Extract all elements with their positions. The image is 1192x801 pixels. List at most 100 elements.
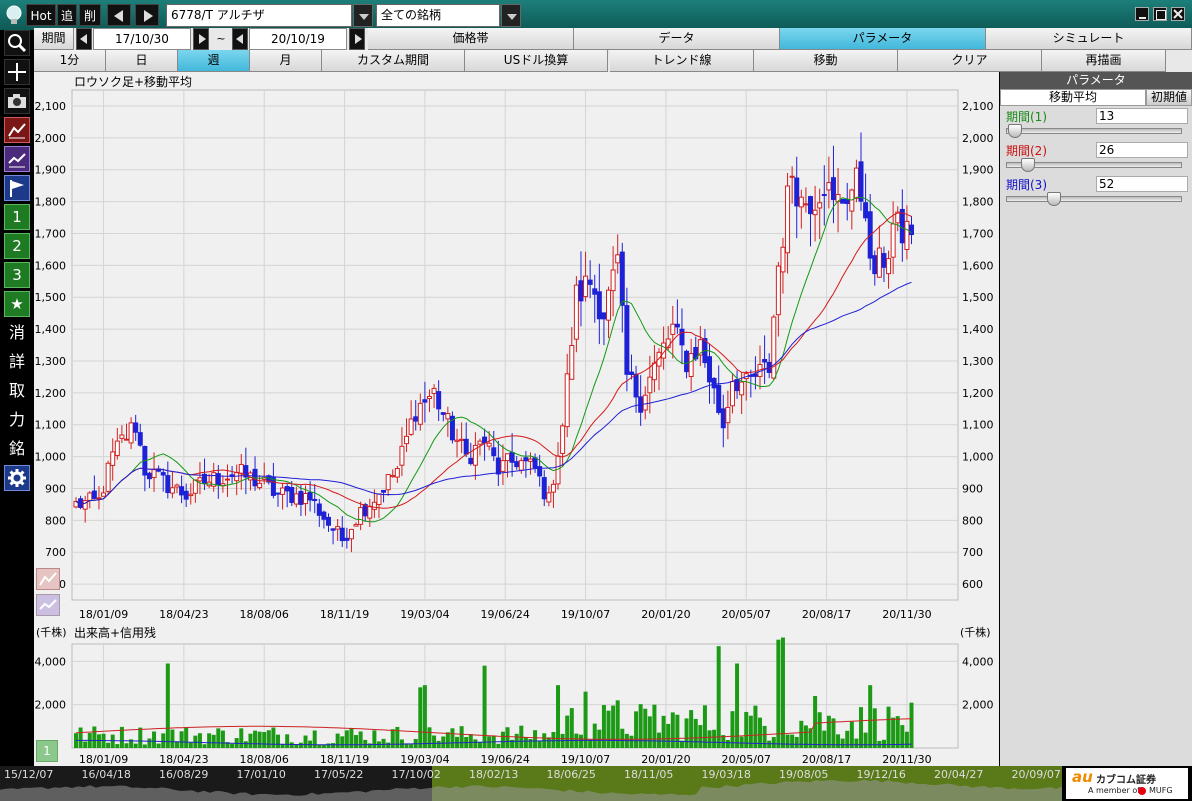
period-slider-thumb-2[interactable] [1020,158,1035,172]
period-slider-1[interactable] [1006,128,1182,134]
interval-button-8[interactable]: クリア [898,50,1042,72]
category-dropdown-button[interactable] [501,4,521,27]
volume-toggle-button[interactable]: 1 [36,740,58,762]
volume-bar [340,736,345,748]
end-date-prev-button[interactable] [232,28,248,50]
search-icon[interactable] [4,30,30,56]
price-ytick-left: 1,100 [35,419,67,432]
period-value-3[interactable]: 52 [1096,176,1188,192]
reset-defaults-button[interactable]: 初期値 [1146,89,1192,106]
navigator-xtick: 19/12/16 [857,768,906,781]
power-button[interactable]: 力 [4,407,30,433]
volume-bar [110,734,115,748]
tab-0[interactable]: 価格帯 [368,28,574,50]
category-field[interactable]: 全ての銘柄 [376,4,500,27]
delete-button[interactable]: 削 [79,4,101,26]
price-xtick: 20/08/17 [802,608,851,621]
preset-2-button[interactable]: 2 [4,233,30,259]
end-date-field[interactable]: 20/10/19 [249,28,347,50]
interval-button-2[interactable]: 週 [178,50,250,72]
trade-button[interactable]: 取 [4,378,30,404]
volume-bar [211,734,216,748]
hot-button[interactable]: Hot [26,4,56,26]
erase-button[interactable]: 消 [4,320,30,346]
price-ytick-right: 1,400 [962,323,994,336]
volume-bar [836,734,841,748]
end-date-next-button[interactable] [349,28,365,50]
volume-bar [886,706,891,748]
moving-average-tab[interactable]: 移動平均 [1000,89,1146,106]
star-icon[interactable]: ★ [4,291,30,317]
navigator-xtick: 17/01/10 [237,768,286,781]
add-button[interactable]: 追 [57,4,77,26]
period-slider-thumb-3[interactable] [1047,192,1061,206]
lightbulb-icon[interactable] [4,4,24,26]
interval-button-1[interactable]: 日 [106,50,178,72]
interval-button-9[interactable]: 再描画 [1042,50,1166,72]
volume-bar [707,730,712,748]
au-logo-text: au [1072,768,1093,786]
volume-bar [202,744,207,748]
price-ytick-left: 1,600 [35,259,67,272]
symbol-field[interactable]: 6778/T アルチザ [166,4,352,27]
period-value-1[interactable]: 13 [1096,108,1188,124]
interval-button-5[interactable]: USドル換算 [465,50,608,72]
volume-bar [285,734,290,748]
mufg-label: MUFG [1149,786,1173,795]
chart-toggle-icon-red[interactable] [36,568,60,590]
interval-button-4[interactable]: カスタム期間 [322,50,465,72]
gear-icon[interactable] [4,465,30,491]
kabucom-logo: au カブコム証券 A member of MUFG [1066,768,1188,799]
volume-bar [657,732,662,748]
close-icon[interactable] [1171,7,1185,21]
volume-bar [588,739,593,748]
brand-button[interactable]: 銘 [4,436,30,462]
crosshair-icon[interactable] [4,59,30,85]
camera-icon[interactable] [4,88,30,114]
volume-xtick: 20/08/17 [802,753,851,766]
tab-3[interactable]: シミュレート [986,28,1192,50]
start-date-field[interactable]: 17/10/30 [93,28,191,50]
volume-bar [606,710,611,748]
interval-button-7[interactable]: 移動 [754,50,898,72]
symbol-dropdown-button[interactable] [353,4,373,27]
price-xtick: 19/03/04 [400,608,449,621]
navigator-xtick: 16/04/18 [82,768,131,781]
chart-line-red-icon[interactable] [4,117,30,143]
preset-3-button[interactable]: 3 [4,262,30,288]
volume-unit-right: (千株) [960,626,991,639]
next-symbol-button[interactable] [135,4,159,26]
chart-line-purple-icon[interactable] [4,146,30,172]
candle [105,460,111,495]
volume-xtick: 18/08/06 [240,753,289,766]
volume-bar [312,730,317,748]
tab-2[interactable]: パラメータ [780,28,986,50]
prev-symbol-button[interactable] [107,4,131,26]
navigator-bar[interactable]: 15/12/07 16/04/18 16/08/29 17/01/10 17/05/22… [0,766,1192,801]
interval-button-0[interactable]: 1分 [34,50,106,72]
volume-bar [422,685,427,748]
period-slider-thumb-1[interactable] [1008,124,1023,138]
detail-button[interactable]: 詳 [4,349,30,375]
start-date-prev-button[interactable] [76,28,92,50]
price-ytick-left: 2,100 [35,100,67,113]
period-value-2[interactable]: 26 [1096,142,1188,158]
volume-bar [390,729,395,748]
volume-bar [381,738,386,748]
volume-bar [831,718,836,748]
interval-button-6[interactable]: トレンド線 [610,50,754,72]
chart-toggle-icon-purple[interactable] [36,594,60,616]
tab-1[interactable]: データ [574,28,780,50]
interval-button-3[interactable]: 月 [250,50,322,72]
volume-bar [335,733,340,748]
preset-1-button[interactable]: 1 [4,204,30,230]
period-slider-3[interactable] [1006,196,1182,202]
minimize-icon[interactable] [1135,7,1149,21]
maximize-icon[interactable] [1153,7,1167,21]
flag-icon[interactable] [4,175,30,201]
volume-bar [92,726,97,748]
volume-bar [551,731,556,748]
start-date-next-button[interactable] [193,28,209,50]
volume-bar [450,728,455,748]
volume-bar [298,742,303,748]
